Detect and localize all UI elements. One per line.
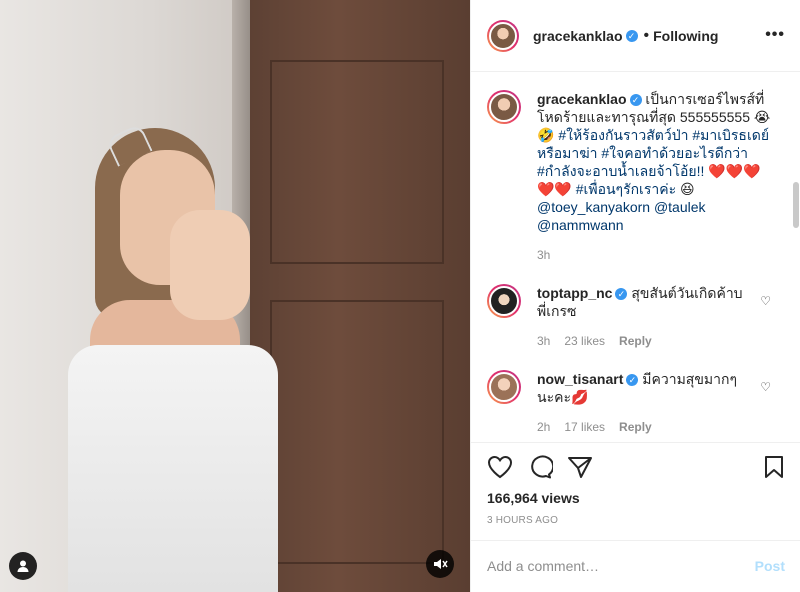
verified-badge-icon: ✓ xyxy=(629,94,642,107)
comment-avatar[interactable] xyxy=(487,370,521,404)
comment-item: now_tisanart ✓ มีความสุขมากๆนะคะ💋 2h 17 li… xyxy=(487,370,777,434)
bookmark-icon[interactable] xyxy=(763,455,785,484)
speaker-muted-icon[interactable] xyxy=(426,550,454,578)
following-button[interactable]: Following xyxy=(653,28,718,44)
comment-item: toptapp_nc ✓ สุขสันต์วันเกิดค้าบพี่เกรซ 3… xyxy=(487,284,777,348)
verified-badge-icon: ✓ xyxy=(615,288,628,301)
view-count[interactable]: 166,964 views xyxy=(487,490,580,506)
comments-scrollbar[interactable] xyxy=(793,182,799,228)
video-door xyxy=(250,0,470,592)
caption-username[interactable]: gracekanklao xyxy=(537,91,627,107)
user-tag-icon[interactable] xyxy=(9,552,37,580)
comment-likes[interactable]: 17 likes xyxy=(564,420,605,434)
separator-dot: • xyxy=(643,26,650,44)
comment-meta: 2h 17 likes Reply xyxy=(537,420,747,434)
action-bar xyxy=(471,442,800,494)
reply-button[interactable]: Reply xyxy=(619,420,652,434)
comment-like-heart-icon[interactable]: ♡ xyxy=(760,294,771,308)
add-comment-bar: Add a comment… Post xyxy=(471,540,800,592)
post-sidebar: gracekanklao ✓ • Following ••• gracekank… xyxy=(470,0,800,592)
heart-outline-icon[interactable] xyxy=(487,455,513,484)
comment-time[interactable]: 2h xyxy=(537,420,550,434)
comment-input[interactable]: Add a comment… xyxy=(487,558,599,574)
caption-avatar[interactable] xyxy=(487,90,521,124)
comment-username[interactable]: now_tisanart xyxy=(537,371,623,387)
comment-username[interactable]: toptapp_nc xyxy=(537,285,612,301)
post-comment-button[interactable]: Post xyxy=(755,558,785,574)
caption-time[interactable]: 3h xyxy=(537,248,550,262)
comment-like-heart-icon[interactable]: ♡ xyxy=(760,380,771,394)
caption-emoji-end: 😆 xyxy=(676,181,695,197)
caption-mentions[interactable]: @toey_kanyakorn @taulek @nammwann xyxy=(537,199,706,233)
verified-badge-icon: ✓ xyxy=(626,374,639,387)
comment-avatar[interactable] xyxy=(487,284,521,318)
video-person-hands xyxy=(170,210,250,320)
video-towel xyxy=(68,345,278,592)
more-options-icon[interactable]: ••• xyxy=(765,26,785,44)
comment-time[interactable]: 3h xyxy=(537,334,550,348)
post-header: gracekanklao ✓ • Following ••• xyxy=(471,0,800,72)
paper-plane-icon[interactable] xyxy=(567,455,593,484)
caption-meta: 3h xyxy=(537,248,775,262)
author-username[interactable]: gracekanklao xyxy=(533,28,623,44)
comment-likes[interactable]: 23 likes xyxy=(564,334,605,348)
comment-bubble-icon[interactable] xyxy=(527,455,555,484)
post-timestamp[interactable]: 3 HOURS AGO xyxy=(487,515,558,526)
caption: gracekanklao ✓ เป็นการเซอร์ไพรส์ที่โหดร้า… xyxy=(487,90,777,262)
post-video[interactable] xyxy=(0,0,470,592)
comment-meta: 3h 23 likes Reply xyxy=(537,334,747,348)
verified-badge-icon: ✓ xyxy=(625,29,638,42)
author-avatar[interactable] xyxy=(487,19,519,52)
reply-button[interactable]: Reply xyxy=(619,334,652,348)
comments-list[interactable]: gracekanklao ✓ เป็นการเซอร์ไพรส์ที่โหดร้า… xyxy=(471,72,800,442)
caption-hashtag[interactable]: #เพื่อนๆรักเราค่ะ xyxy=(576,181,676,197)
